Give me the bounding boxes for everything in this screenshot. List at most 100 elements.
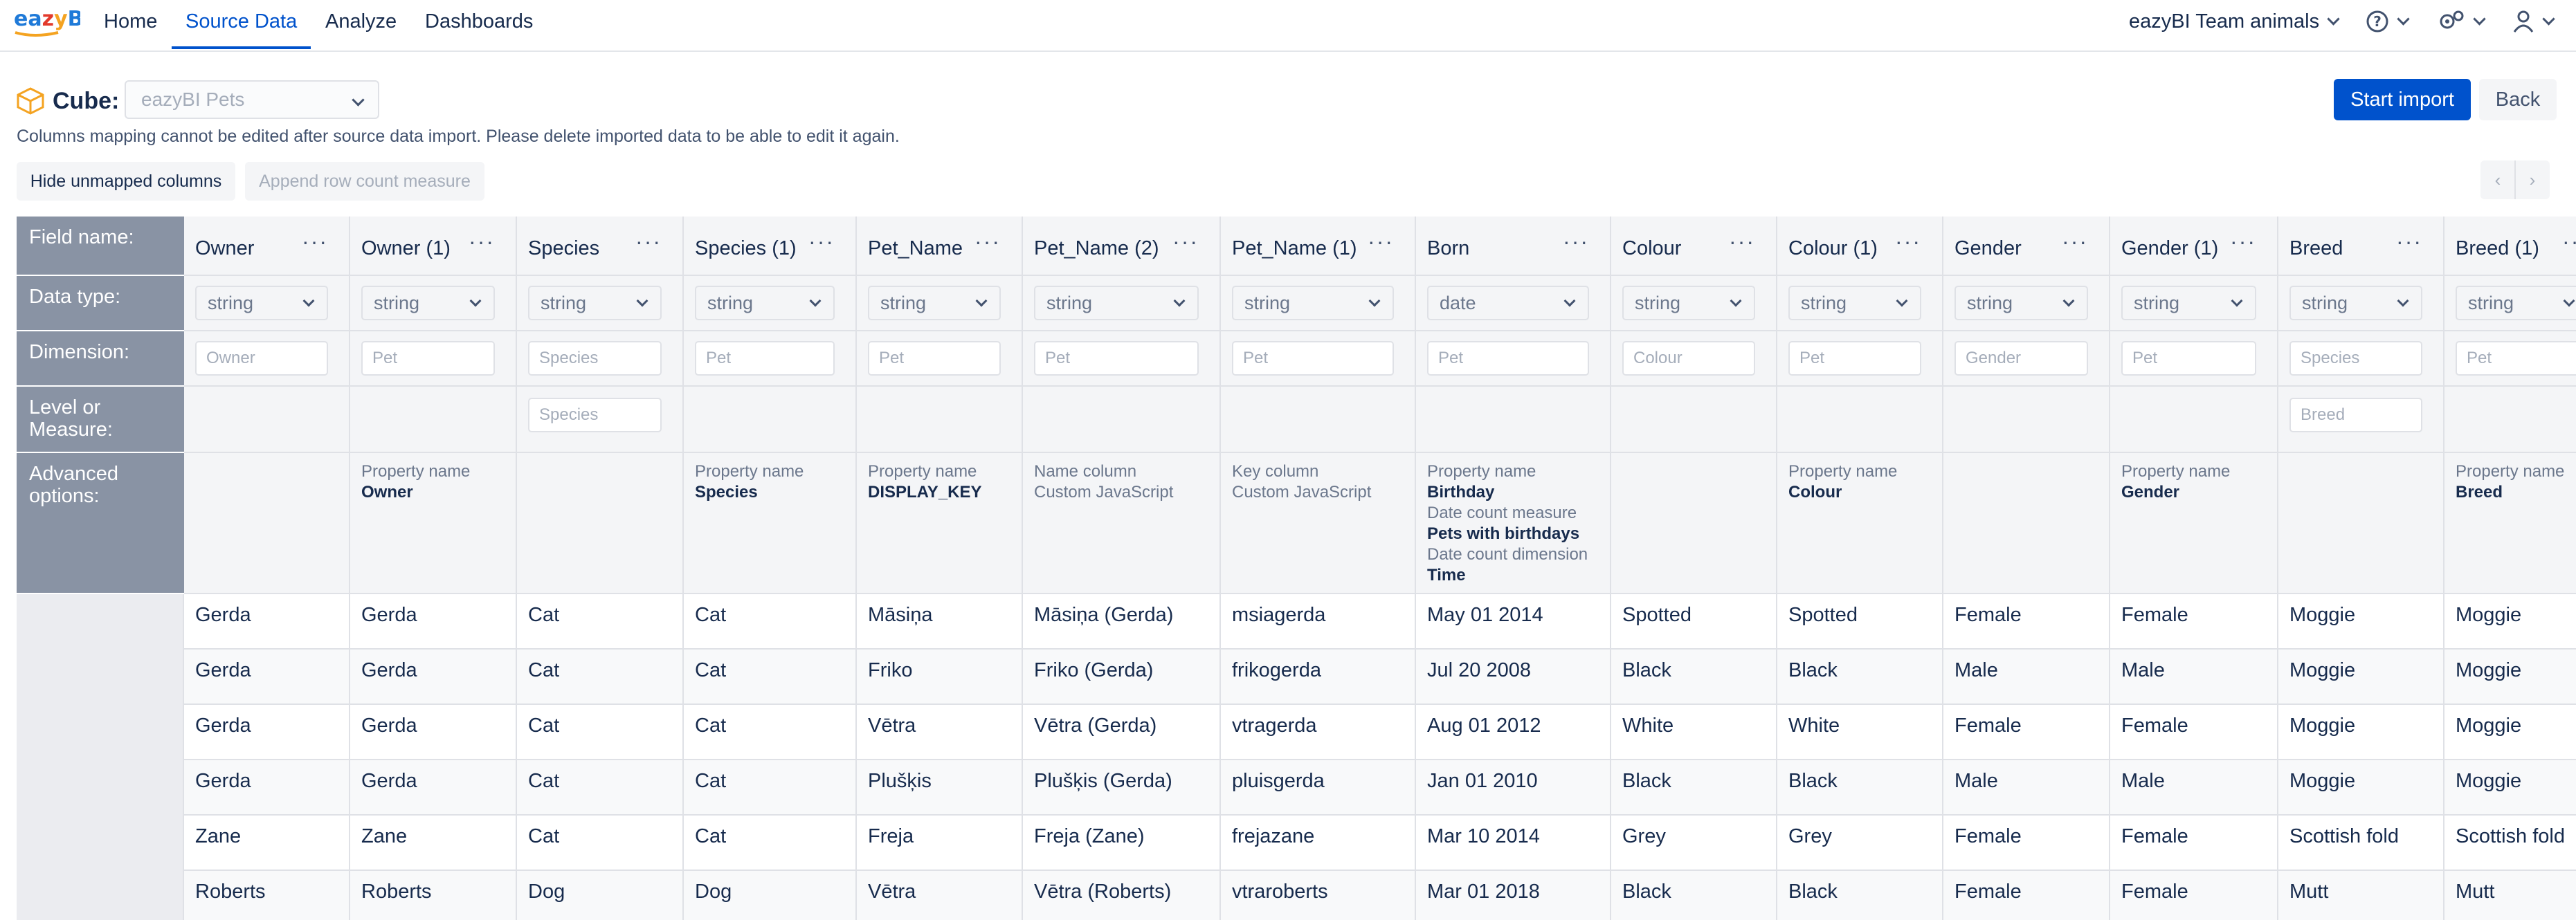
data-type-select[interactable]: string <box>1232 286 1394 320</box>
advanced-option-value: Breed <box>2456 483 2503 502</box>
advanced-options-cell[interactable]: Property name Species <box>684 453 857 594</box>
chevron-down-icon <box>352 93 365 107</box>
nav-source-data[interactable]: Source Data <box>172 0 311 49</box>
data-type-select[interactable]: string <box>195 286 328 320</box>
data-type-select[interactable]: string <box>868 286 1001 320</box>
column-menu-icon[interactable]: ··· <box>2230 229 2256 255</box>
column-menu-icon[interactable]: ··· <box>1729 229 1755 255</box>
chevron-down-icon <box>2231 295 2243 307</box>
column-menu-icon[interactable]: ··· <box>1368 229 1394 255</box>
dimension-input[interactable]: Gender <box>1954 341 2088 376</box>
dimension-cell: Pet <box>857 331 1023 387</box>
column-menu-icon[interactable]: ··· <box>1895 229 1921 255</box>
table-cell: Cat <box>684 760 857 816</box>
nav-dashboards[interactable]: Dashboards <box>425 0 533 49</box>
start-import-button[interactable]: Start import <box>2334 79 2471 120</box>
advanced-options-cell[interactable]: Property name Gender <box>2110 453 2278 594</box>
dimension-input[interactable]: Pet <box>1034 341 1199 376</box>
data-type-select[interactable]: string <box>2456 286 2576 320</box>
advanced-options-cell[interactable]: Property name Owner <box>350 453 517 594</box>
data-type-select[interactable]: string <box>528 286 662 320</box>
advanced-option-value: Gender <box>2121 483 2180 502</box>
column-menu-icon[interactable]: ··· <box>302 229 328 255</box>
advanced-options-cell[interactable] <box>184 453 350 594</box>
level-cell <box>857 387 1023 453</box>
data-type-value: string <box>1967 293 2013 313</box>
column-menu-icon[interactable]: ··· <box>2562 229 2576 255</box>
data-type-select[interactable]: string <box>2121 286 2256 320</box>
advanced-options-cell[interactable]: Name column Custom JavaScript <box>1023 453 1221 594</box>
hide-unmapped-columns-button[interactable]: Hide unmapped columns <box>17 162 235 201</box>
dimension-input[interactable]: Pet <box>2121 341 2256 376</box>
column-menu-icon[interactable]: ··· <box>2062 229 2088 255</box>
table-cell: Cat <box>684 650 857 705</box>
eazybi-logo[interactable]: eazyBI <box>14 6 80 39</box>
back-button[interactable]: Back <box>2479 79 2557 120</box>
table-cell: Gerda <box>350 760 517 816</box>
advanced-options-cell[interactable]: Property name Breed <box>2445 453 2576 594</box>
user-menu[interactable] <box>2512 0 2555 43</box>
table-cell: Roberts <box>350 871 517 920</box>
advanced-options-cell[interactable] <box>1943 453 2110 594</box>
dimension-input[interactable]: Pet <box>695 341 835 376</box>
column-menu-icon[interactable]: ··· <box>2396 229 2422 255</box>
dimension-input[interactable]: Pet <box>1427 341 1589 376</box>
data-type-select[interactable]: string <box>1954 286 2088 320</box>
advanced-options-cell[interactable] <box>517 453 684 594</box>
pager-prev-button[interactable]: ‹ <box>2481 160 2516 199</box>
advanced-options-cell[interactable]: Property name Colour <box>1777 453 1943 594</box>
advanced-option-label: Property name <box>1427 462 1536 481</box>
dimension-input[interactable]: Pet <box>1788 341 1921 376</box>
column-menu-icon[interactable]: ··· <box>1172 229 1199 255</box>
data-type-select[interactable]: string <box>2289 286 2422 320</box>
advanced-options-cell[interactable] <box>2278 453 2445 594</box>
table-cell: Cat <box>517 816 684 871</box>
append-row-count-button[interactable]: Append row count measure <box>245 162 484 201</box>
column-menu-icon[interactable]: ··· <box>635 229 662 255</box>
level-input[interactable]: Breed <box>2289 398 2422 432</box>
row-label-dimension: Dimension: <box>17 331 184 387</box>
data-type-select[interactable]: date <box>1427 286 1589 320</box>
table-cell: Friko <box>857 650 1023 705</box>
nav-analyze[interactable]: Analyze <box>325 0 397 49</box>
data-type-select[interactable]: string <box>695 286 835 320</box>
pager-next-button[interactable]: › <box>2516 160 2549 199</box>
data-type-select[interactable]: string <box>361 286 495 320</box>
column-menu-icon[interactable]: ··· <box>974 229 1001 255</box>
account-switcher[interactable]: eazyBI Team animals <box>2129 0 2340 43</box>
column-menu-icon[interactable]: ··· <box>469 229 495 255</box>
table-cell: Female <box>1943 594 2110 650</box>
column-menu-icon[interactable]: ··· <box>1563 229 1589 255</box>
table-cell: Moggie <box>2445 760 2576 816</box>
dimension-input[interactable]: Pet <box>868 341 1001 376</box>
dimension-cell: Pet <box>2110 331 2278 387</box>
data-type-select[interactable]: string <box>1034 286 1199 320</box>
advanced-option-label: Property name <box>2121 462 2231 481</box>
level-input[interactable]: Species <box>528 398 662 432</box>
help-menu[interactable]: ? <box>2366 0 2410 43</box>
dimension-input[interactable]: Pet <box>2456 341 2576 376</box>
cube-select[interactable]: eazyBI Pets <box>125 80 379 119</box>
field-name-cell: Colour ··· <box>1611 217 1777 276</box>
data-type-select[interactable]: string <box>1622 286 1755 320</box>
column-menu-icon[interactable]: ··· <box>808 229 835 255</box>
dimension-input[interactable]: Colour <box>1622 341 1755 376</box>
advanced-options-cell[interactable] <box>1611 453 1777 594</box>
data-type-value: string <box>541 293 587 313</box>
data-type-cell: string <box>1943 276 2110 331</box>
nav-home[interactable]: Home <box>104 0 157 49</box>
dimension-input[interactable]: Pet <box>361 341 495 376</box>
advanced-option-label: Date count dimension <box>1427 545 1588 564</box>
advanced-option-label: Property name <box>361 462 471 481</box>
advanced-options-cell[interactable]: Key column Custom JavaScript <box>1221 453 1416 594</box>
data-type-select[interactable]: string <box>1788 286 1921 320</box>
dimension-input[interactable]: Pet <box>1232 341 1394 376</box>
advanced-options-cell[interactable]: Property name Birthday Date count measure P… <box>1416 453 1611 594</box>
field-name: Colour (1) <box>1788 237 1878 259</box>
dimension-input[interactable]: Species <box>528 341 662 376</box>
advanced-options-cell[interactable]: Property name DISPLAY_KEY <box>857 453 1023 594</box>
settings-menu[interactable] <box>2438 0 2486 43</box>
dimension-input[interactable]: Species <box>2289 341 2422 376</box>
dimension-input[interactable]: Owner <box>195 341 328 376</box>
level-cell <box>1777 387 1943 453</box>
